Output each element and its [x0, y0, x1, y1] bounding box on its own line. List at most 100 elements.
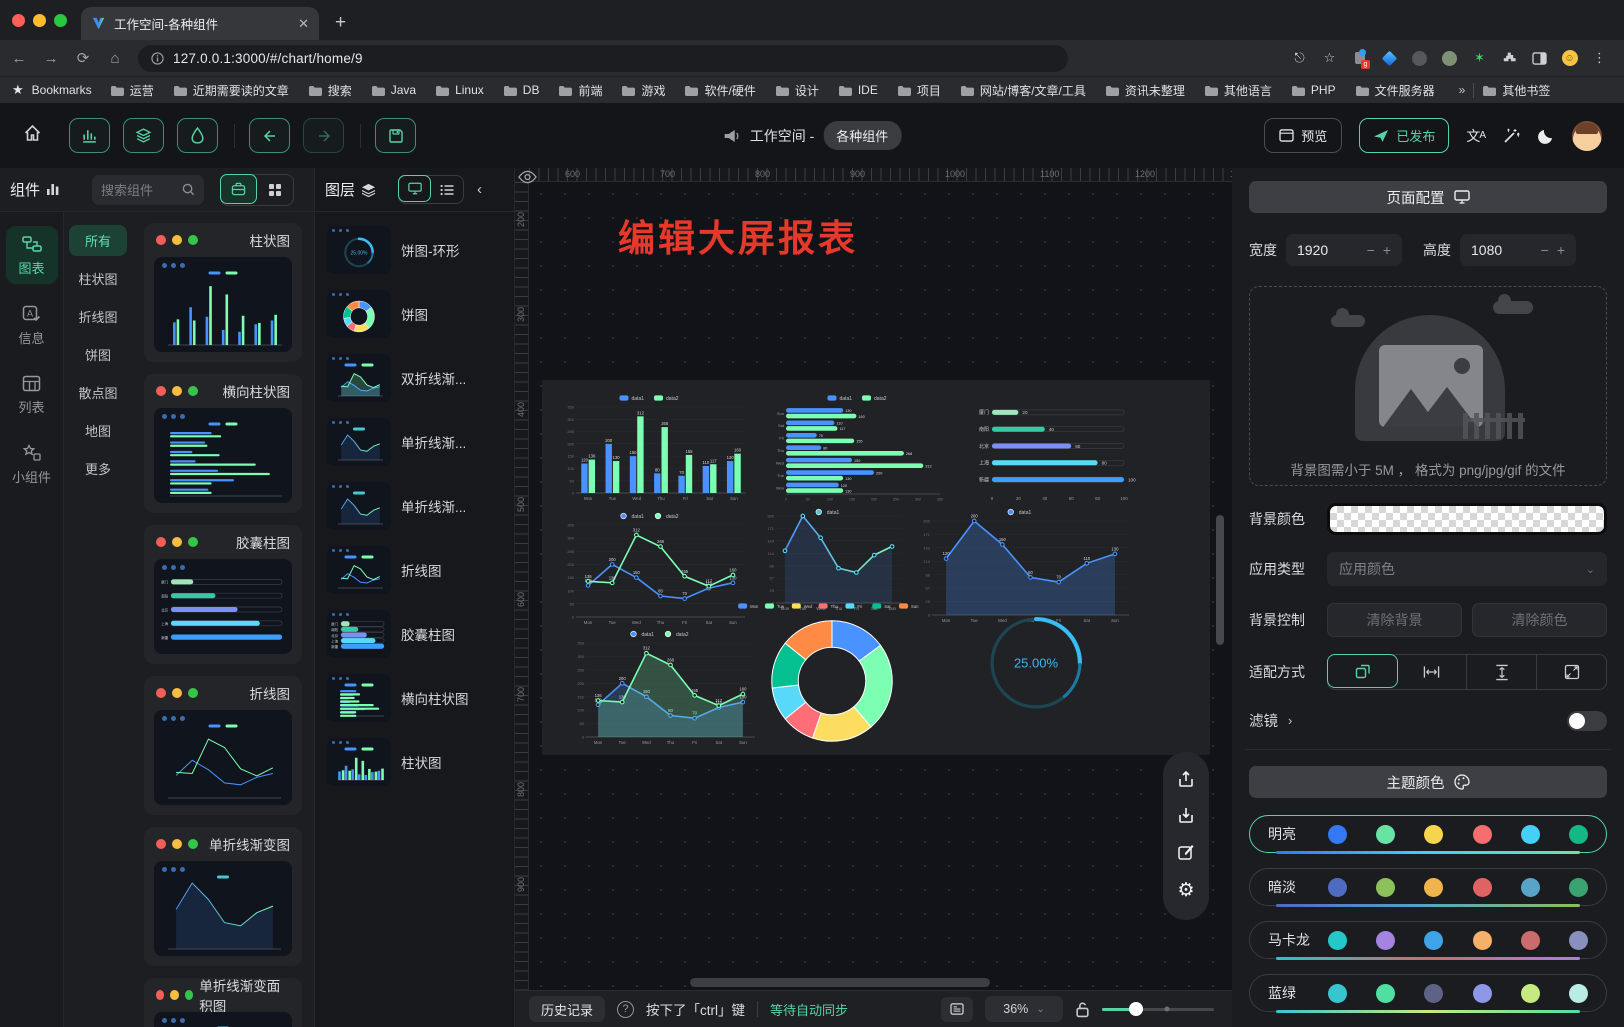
theme-color-dot[interactable] [1424, 825, 1443, 844]
canvas-horizontal-scrollbar[interactable] [690, 978, 990, 987]
workspace-name[interactable]: 各种组件 [823, 121, 901, 150]
bookmark-item[interactable]: 文件服务器 [1355, 82, 1435, 99]
list-view-button[interactable] [430, 176, 463, 203]
theme-color-dot[interactable] [1328, 931, 1347, 950]
bookmark-item[interactable]: 搜索 [308, 82, 352, 99]
browser-menu-icon[interactable]: ⋮ [1591, 50, 1608, 67]
decrease-icon[interactable]: − [1367, 242, 1375, 258]
lock-icon[interactable] [1075, 1001, 1090, 1018]
theme-color-dot[interactable] [1328, 878, 1347, 897]
theme-color-dot[interactable] [1521, 878, 1540, 897]
tab-close-icon[interactable]: ✕ [298, 16, 309, 32]
layer-item[interactable]: 饼图 [327, 290, 502, 338]
extension-proxy-icon[interactable]: g [1351, 50, 1368, 67]
theme-color-dot[interactable] [1376, 878, 1395, 897]
theme-color-dot[interactable] [1376, 825, 1395, 844]
category-柱状图[interactable]: 柱状图 [69, 263, 127, 294]
theme-row-马卡龙[interactable]: 马卡龙 [1249, 921, 1607, 959]
theme-color-dot[interactable] [1569, 931, 1588, 950]
theme-color-dot[interactable] [1424, 931, 1443, 950]
theme-color-dot[interactable] [1569, 878, 1588, 897]
bookmark-item[interactable]: 项目 [897, 82, 941, 99]
zoom-select[interactable]: 36%⌄ [985, 996, 1063, 1022]
theme-color-dot[interactable] [1569, 984, 1588, 1003]
history-panel-button[interactable] [941, 997, 973, 1022]
undo-button[interactable] [249, 118, 290, 153]
layer-item[interactable]: 双折线渐... [327, 354, 502, 402]
theme-color-dot[interactable] [1376, 984, 1395, 1003]
category-散点图[interactable]: 散点图 [69, 377, 127, 408]
fit-width-button[interactable] [1397, 655, 1467, 689]
height-stepper[interactable]: 1080−+ [1460, 234, 1576, 266]
theme-color-dot[interactable] [1473, 931, 1492, 950]
increase-icon[interactable]: + [1383, 242, 1391, 258]
component-card[interactable]: 折线图 [144, 676, 302, 815]
dashboard-preview[interactable]: data1data2050100150200250300350MonTueWed… [542, 380, 1210, 755]
component-card-preview[interactable] [154, 861, 292, 956]
fit-stretch-button[interactable] [1537, 655, 1606, 689]
theme-color-dot[interactable] [1473, 878, 1492, 897]
profile-avatar-icon[interactable]: ☺ [1561, 50, 1578, 67]
zoom-slider[interactable] [1102, 1008, 1214, 1011]
chart-capsule[interactable]: 厦门20南阳40北京60上海80新疆100020406080100 [966, 396, 1142, 504]
sidebar-tab-图表[interactable]: 图表 [6, 226, 58, 284]
redo-button[interactable] [303, 118, 344, 153]
category-地图[interactable]: 地图 [69, 415, 127, 446]
sidebar-tab-小组件[interactable]: 小组件 [6, 435, 58, 493]
component-card[interactable]: 单折线渐变面积图 [144, 978, 302, 1027]
component-card[interactable]: 柱状图 [144, 223, 302, 362]
chart-bar[interactable]: data1data2050100150200250300350MonTueWed… [558, 392, 750, 504]
app-type-select[interactable]: 应用颜色⌄ [1327, 552, 1607, 586]
component-card-preview[interactable] [154, 710, 292, 805]
bookmark-star-icon[interactable]: ☆ [1321, 50, 1338, 67]
forward-icon[interactable]: → [42, 50, 60, 67]
magic-wand-icon[interactable] [1502, 127, 1520, 145]
category-饼图[interactable]: 饼图 [69, 339, 127, 370]
extension-dark-icon[interactable] [1411, 50, 1428, 67]
bookmark-item[interactable]: IDE [838, 83, 878, 97]
theme-color-dot[interactable] [1521, 825, 1540, 844]
bookmark-item[interactable]: 运营 [110, 82, 154, 99]
component-card[interactable]: 单折线渐变图 [144, 827, 302, 966]
toggle-components-panel-button[interactable] [69, 118, 110, 153]
component-card-preview[interactable] [154, 1012, 292, 1027]
category-折线图[interactable]: 折线图 [69, 301, 127, 332]
layer-item[interactable]: 单折线渐... [327, 482, 502, 530]
bookmark-item[interactable]: Linux [435, 83, 484, 97]
bookmarks-overflow[interactable]: » [1459, 83, 1466, 97]
category-更多[interactable]: 更多 [69, 453, 127, 484]
theme-color-dot[interactable] [1473, 825, 1492, 844]
home-icon[interactable]: ⌂ [106, 50, 124, 67]
new-tab-button[interactable]: + [335, 12, 346, 34]
back-icon[interactable]: ← [10, 50, 28, 67]
collapse-panel-icon[interactable]: ‹ [477, 181, 482, 198]
extensions-puzzle-icon[interactable] [1501, 50, 1518, 67]
eye-icon[interactable] [518, 170, 537, 189]
side-panel-icon[interactable] [1531, 50, 1548, 67]
layer-item[interactable]: 折线图 [327, 546, 502, 594]
fit-height-button[interactable] [1467, 655, 1537, 689]
bookmark-item[interactable]: DB [503, 83, 540, 97]
sidebar-tab-信息[interactable]: A信息 [6, 296, 58, 354]
window-controls[interactable] [0, 0, 81, 40]
settings-gear-icon[interactable]: ⚙ [1177, 879, 1194, 902]
chevron-right-icon[interactable]: › [1288, 713, 1292, 728]
bookmark-item[interactable]: 其他语言 [1204, 82, 1272, 99]
component-card[interactable]: 横向柱状图 [144, 374, 302, 513]
canvas-area[interactable]: 6007008009001000110012001300 20030040050… [515, 168, 1232, 1027]
extension-green-icon[interactable] [1441, 50, 1458, 67]
component-card-preview[interactable]: 厦门南阳北京上海新疆 [154, 559, 292, 654]
chart-ring-progress[interactable]: 25.00% [970, 602, 1102, 724]
big-screen-title[interactable]: 编辑大屏报表 [618, 208, 858, 262]
component-card-preview[interactable] [154, 257, 292, 352]
bookmark-item[interactable]: 网站/博客/文章/工具 [960, 82, 1086, 99]
canvas-vertical-scrollbar[interactable] [1216, 515, 1224, 645]
toggle-layers-panel-button[interactable] [123, 118, 164, 153]
theme-color-dot[interactable] [1424, 984, 1443, 1003]
theme-row-暗淡[interactable]: 暗淡 [1249, 868, 1607, 906]
single-view-button[interactable] [220, 174, 257, 204]
import-button[interactable] [1177, 806, 1195, 824]
bookmark-item[interactable]: Java [371, 83, 416, 97]
theme-color-dot[interactable] [1424, 878, 1443, 897]
theme-color-dot[interactable] [1376, 931, 1395, 950]
